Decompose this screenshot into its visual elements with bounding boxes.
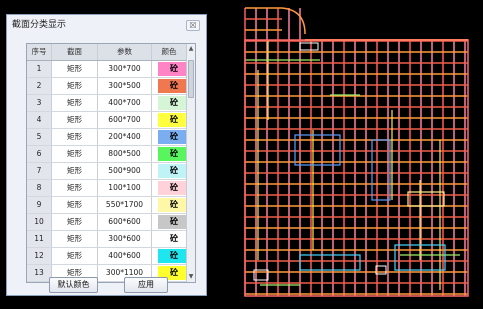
section-parameter: 500*900 (98, 163, 152, 179)
dialog-title: 截面分类显示 (12, 20, 67, 30)
table-scrollbar[interactable]: ▲ ▼ (186, 44, 195, 282)
table-row[interactable]: 2 矩形 300*500 砼 (27, 78, 190, 95)
section-parameter: 400*700 (98, 95, 152, 111)
default-color-button[interactable]: 默认颜色 (49, 277, 98, 293)
section-parameter: 100*100 (98, 180, 152, 196)
section-parameter: 300*700 (98, 61, 152, 77)
table-row[interactable]: 10 矩形 600*600 砼 (27, 214, 190, 231)
row-number: 12 (27, 248, 52, 264)
section-shape: 矩形 (52, 197, 98, 213)
section-parameter: 400*600 (98, 248, 152, 264)
table-row[interactable]: 4 矩形 600*700 砼 (27, 112, 190, 129)
section-parameter: 600*600 (98, 214, 152, 230)
section-shape: 矩形 (52, 95, 98, 111)
row-number: 10 (27, 214, 52, 230)
table-row[interactable]: 11 矩形 300*600 砼 (27, 231, 190, 248)
section-table: 序号 截面 参数 颜色 1 矩形 300*700 砼 2 矩形 300*500 砼 3 矩形 400… (26, 43, 196, 283)
scroll-up-arrow-icon[interactable]: ▲ (187, 44, 195, 54)
table-row[interactable]: 3 矩形 400*700 砼 (27, 95, 190, 112)
section-shape: 矩形 (52, 214, 98, 230)
column-header-section: 截面 (52, 44, 98, 60)
apply-button[interactable]: 应用 (124, 277, 168, 293)
row-number: 5 (27, 129, 52, 145)
section-classification-dialog: 截面分类显示 ☒ 序号 截面 参数 颜色 1 矩形 300*700 砼 2 矩形 300*5… (6, 14, 207, 296)
section-shape: 矩形 (52, 180, 98, 196)
section-parameter: 800*500 (98, 146, 152, 162)
table-row[interactable]: 5 矩形 200*400 砼 (27, 129, 190, 146)
table-row[interactable]: 1 矩形 300*700 砼 (27, 61, 190, 78)
section-shape: 矩形 (52, 112, 98, 128)
row-number: 7 (27, 163, 52, 179)
row-number: 3 (27, 95, 52, 111)
row-number: 9 (27, 197, 52, 213)
section-parameter: 600*700 (98, 112, 152, 128)
row-number: 1 (27, 61, 52, 77)
table-header: 序号 截面 参数 颜色 (27, 44, 187, 61)
close-button[interactable]: ☒ (186, 20, 200, 31)
section-shape: 矩形 (52, 61, 98, 77)
table-row[interactable]: 9 矩形 550*1700 砼 (27, 197, 190, 214)
section-parameter: 300*500 (98, 78, 152, 94)
section-shape: 矩形 (52, 129, 98, 145)
table-row[interactable]: 6 矩形 800*500 砼 (27, 146, 190, 163)
section-shape: 矩形 (52, 78, 98, 94)
row-number: 11 (27, 231, 52, 247)
section-shape: 矩形 (52, 248, 98, 264)
section-shape: 矩形 (52, 163, 98, 179)
section-shape: 矩形 (52, 231, 98, 247)
section-parameter: 300*600 (98, 231, 152, 247)
column-header-color: 颜色 (152, 44, 187, 60)
table-row[interactable]: 7 矩形 500*900 砼 (27, 163, 190, 180)
section-shape: 矩形 (52, 146, 98, 162)
column-header-parameter: 参数 (98, 44, 152, 60)
scroll-down-arrow-icon[interactable]: ▼ (187, 272, 195, 282)
column-header-number: 序号 (27, 44, 52, 60)
row-number: 2 (27, 78, 52, 94)
row-number: 6 (27, 146, 52, 162)
table-row[interactable]: 12 矩形 400*600 砼 (27, 248, 190, 265)
table-row[interactable]: 8 矩形 100*100 砼 (27, 180, 190, 197)
section-parameter: 200*400 (98, 129, 152, 145)
row-number: 8 (27, 180, 52, 196)
row-number: 4 (27, 112, 52, 128)
scrollbar-thumb[interactable] (188, 60, 194, 98)
section-parameter: 550*1700 (98, 197, 152, 213)
